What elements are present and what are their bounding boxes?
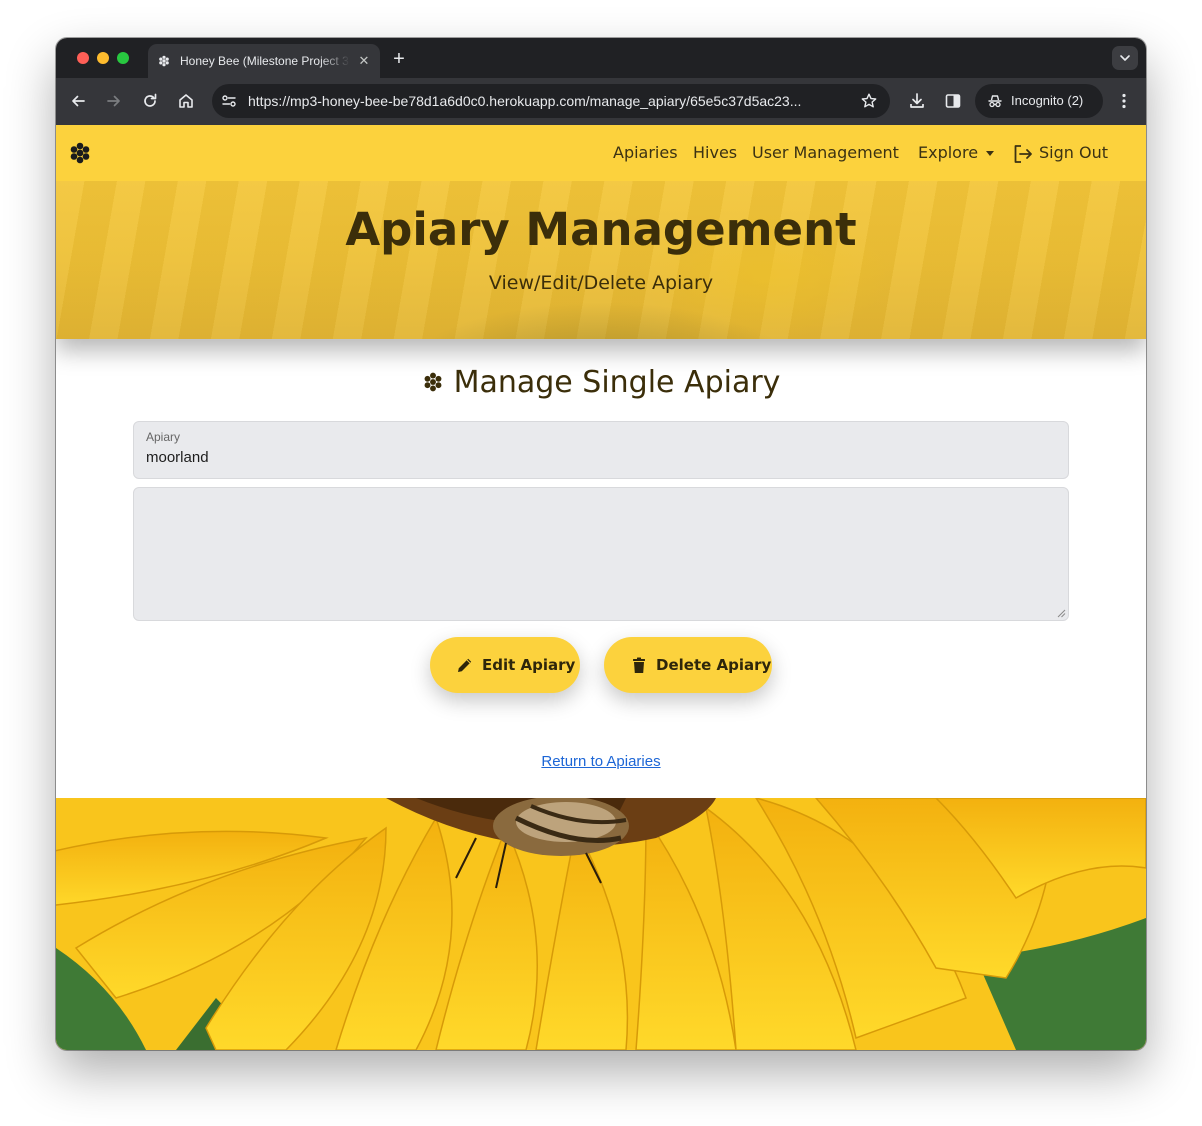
nav-link-hives[interactable]: Hives xyxy=(693,141,737,165)
return-to-apiaries-link[interactable]: Return to Apiaries xyxy=(56,752,1146,772)
tab-title: Honey Bee (Milestone Project 3) xyxy=(180,54,350,68)
window-close-button[interactable] xyxy=(77,52,89,64)
delete-apiary-button[interactable]: Delete Apiary xyxy=(604,637,772,693)
page-subtitle: View/Edit/Delete Apiary xyxy=(488,272,714,294)
site-navbar: Apiaries Hives User Management Explore S… xyxy=(56,125,1146,181)
incognito-label: Incognito (2) xyxy=(1011,93,1084,108)
new-tab-icon[interactable]: + xyxy=(388,48,410,70)
more-menu-icon[interactable] xyxy=(1114,91,1134,111)
incognito-button[interactable]: Incognito (2) xyxy=(975,84,1103,118)
pencil-icon xyxy=(458,658,472,672)
page-title: Apiary Management xyxy=(345,203,857,256)
section-title: Manage Single Apiary xyxy=(453,365,781,400)
sign-out-icon[interactable] xyxy=(1012,143,1034,165)
apiary-description-textarea[interactable] xyxy=(133,487,1069,621)
edit-apiary-button[interactable]: Edit Apiary xyxy=(430,637,580,693)
nav-dropdown-explore[interactable]: Explore xyxy=(918,141,978,165)
trash-icon xyxy=(633,657,645,673)
resize-handle-icon[interactable] xyxy=(1057,609,1066,618)
url-text[interactable]: https://mp3-honey-bee-be78d1a6d0c0.herok… xyxy=(248,92,848,110)
hero-banner: Apiary Management View/Edit/Delete Apiar… xyxy=(56,181,1146,339)
page-viewport: Apiaries Hives User Management Explore S… xyxy=(56,125,1146,1050)
home-icon[interactable] xyxy=(176,91,196,111)
nav-link-apiaries[interactable]: Apiaries xyxy=(613,141,678,165)
return-link-text[interactable]: Return to Apiaries xyxy=(541,753,660,770)
tab-strip: Honey Bee (Milestone Project 3) ✕ + xyxy=(56,38,1146,78)
back-arrow-icon[interactable] xyxy=(68,91,88,111)
nav-link-sign-out[interactable]: Sign Out xyxy=(1039,141,1108,165)
browser-toolbar: https://mp3-honey-bee-be78d1a6d0c0.herok… xyxy=(56,78,1146,125)
honeycomb-logo-icon[interactable] xyxy=(68,142,92,164)
incognito-icon xyxy=(988,95,1002,108)
caret-down-icon[interactable] xyxy=(986,151,994,156)
browser-window: Honey Bee (Milestone Project 3) ✕ + http… xyxy=(56,38,1146,1050)
window-minimize-button[interactable] xyxy=(97,52,109,64)
footer-sunflower-image xyxy=(56,798,1146,1050)
honeycomb-icon xyxy=(424,372,442,392)
site-settings-icon[interactable] xyxy=(220,92,238,110)
reload-icon[interactable] xyxy=(140,91,160,111)
apiary-name-field[interactable]: Apiary moorland xyxy=(133,421,1069,479)
tab-search-button[interactable] xyxy=(1112,46,1138,70)
chevron-down-icon xyxy=(1120,55,1130,61)
sunflower-bee-image xyxy=(56,798,1146,1050)
nav-link-user-management[interactable]: User Management xyxy=(752,141,899,165)
bee-hive-favicon-icon xyxy=(159,55,169,67)
browser-tab[interactable]: Honey Bee (Milestone Project 3) ✕ xyxy=(148,44,380,78)
apiary-field-label: Apiary xyxy=(146,430,181,444)
bookmark-star-icon[interactable] xyxy=(860,92,878,110)
apiary-field-value[interactable]: moorland xyxy=(146,449,209,467)
download-icon[interactable] xyxy=(907,91,927,111)
address-bar[interactable]: https://mp3-honey-bee-be78d1a6d0c0.herok… xyxy=(212,84,890,118)
side-panel-icon[interactable] xyxy=(943,91,963,111)
section-heading: Manage Single Apiary xyxy=(56,363,1146,403)
window-maximize-button[interactable] xyxy=(117,52,129,64)
tab-close-icon[interactable]: ✕ xyxy=(356,53,372,69)
forward-arrow-icon[interactable] xyxy=(104,91,124,111)
edit-apiary-label: Edit Apiary xyxy=(482,656,576,674)
delete-apiary-label: Delete Apiary xyxy=(656,656,772,674)
